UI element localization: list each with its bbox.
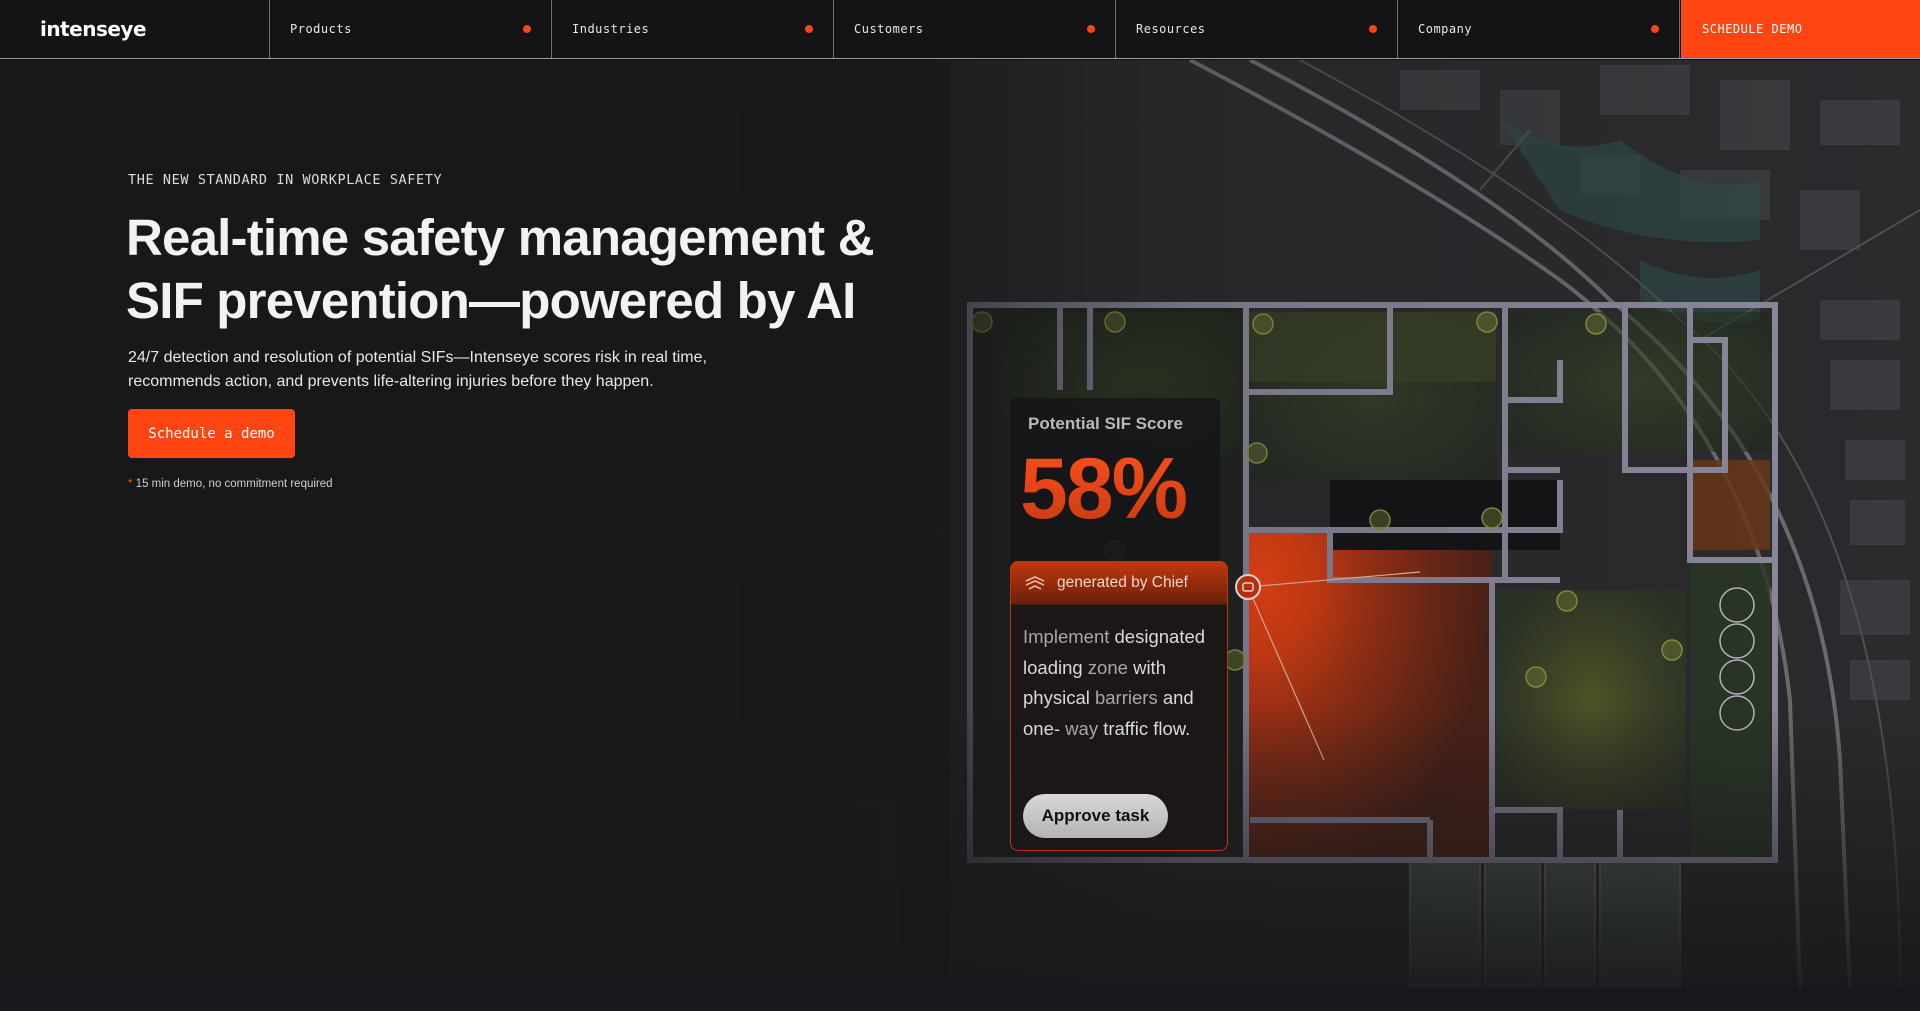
text-segment: zone	[1082, 656, 1134, 678]
dot-icon	[805, 25, 813, 33]
nav-label: Customers	[854, 22, 924, 36]
nav-label: Products	[290, 22, 352, 36]
brand-logo[interactable]: intenseye	[0, 0, 270, 58]
note-text: 15 min demo, no commitment required	[132, 478, 333, 490]
approve-task-button[interactable]: Approve task	[1023, 794, 1168, 838]
nav-item-company[interactable]: Company	[1398, 0, 1680, 58]
chief-label: generated by Chief	[1057, 574, 1188, 591]
subtext-line-2: recommends action, and prevents life-alt…	[128, 373, 654, 390]
page-bottom-band	[0, 988, 1920, 1011]
nav-item-customers[interactable]: Customers	[834, 0, 1116, 58]
hero-section: THE NEW STANDARD IN WORKPLACE SAFETY Rea…	[0, 60, 1920, 988]
hero-headline: Real-time safety management & SIF preven…	[126, 206, 946, 332]
subtext-line-1: 24/7 detection and resolution of potenti…	[128, 349, 707, 366]
nav-item-industries[interactable]: Industries	[552, 0, 834, 58]
hero-eyebrow: THE NEW STANDARD IN WORKPLACE SAFETY	[128, 172, 443, 188]
nav-label: Resources	[1136, 22, 1206, 36]
text-segment: traffic flow.	[1103, 717, 1191, 739]
chief-header: generated by Chief	[1011, 562, 1227, 604]
demo-note: * 15 min demo, no commitment required	[128, 478, 333, 490]
brand-name: intenseye	[40, 17, 147, 41]
sif-score-value: 58%	[1020, 441, 1188, 537]
headline-line-1: Real-time safety management &	[126, 209, 875, 266]
nav-label: Industries	[572, 22, 650, 36]
dot-icon	[1087, 25, 1095, 33]
chief-recommendation-text: Implement designated loading zone with p…	[1023, 622, 1213, 744]
text-segment: Implement	[1023, 626, 1115, 647]
nav-item-products[interactable]: Products	[270, 0, 552, 58]
sif-score-title: Potential SIF Score	[1028, 414, 1183, 433]
text-segment: barriers	[1089, 687, 1163, 708]
facility-map-illustration	[0, 60, 1920, 988]
chief-icon	[1025, 576, 1045, 590]
nav-label: Company	[1418, 22, 1473, 36]
top-nav: intenseye Products Industries Customers …	[0, 0, 1920, 59]
dot-icon	[523, 25, 531, 33]
schedule-demo-button[interactable]: Schedule a demo	[128, 409, 295, 458]
text-segment: way	[1060, 717, 1104, 739]
chief-recommendation-card: generated by Chief Implement designated …	[1010, 561, 1228, 851]
dot-icon	[1369, 25, 1377, 33]
headline-line-2: SIF prevention—powered by AI	[126, 272, 856, 329]
schedule-demo-nav-button[interactable]: SCHEDULE DEMO	[1681, 0, 1920, 58]
nav-item-resources[interactable]: Resources	[1116, 0, 1398, 58]
dot-icon	[1651, 25, 1659, 33]
hero-subtext: 24/7 detection and resolution of potenti…	[128, 346, 768, 394]
